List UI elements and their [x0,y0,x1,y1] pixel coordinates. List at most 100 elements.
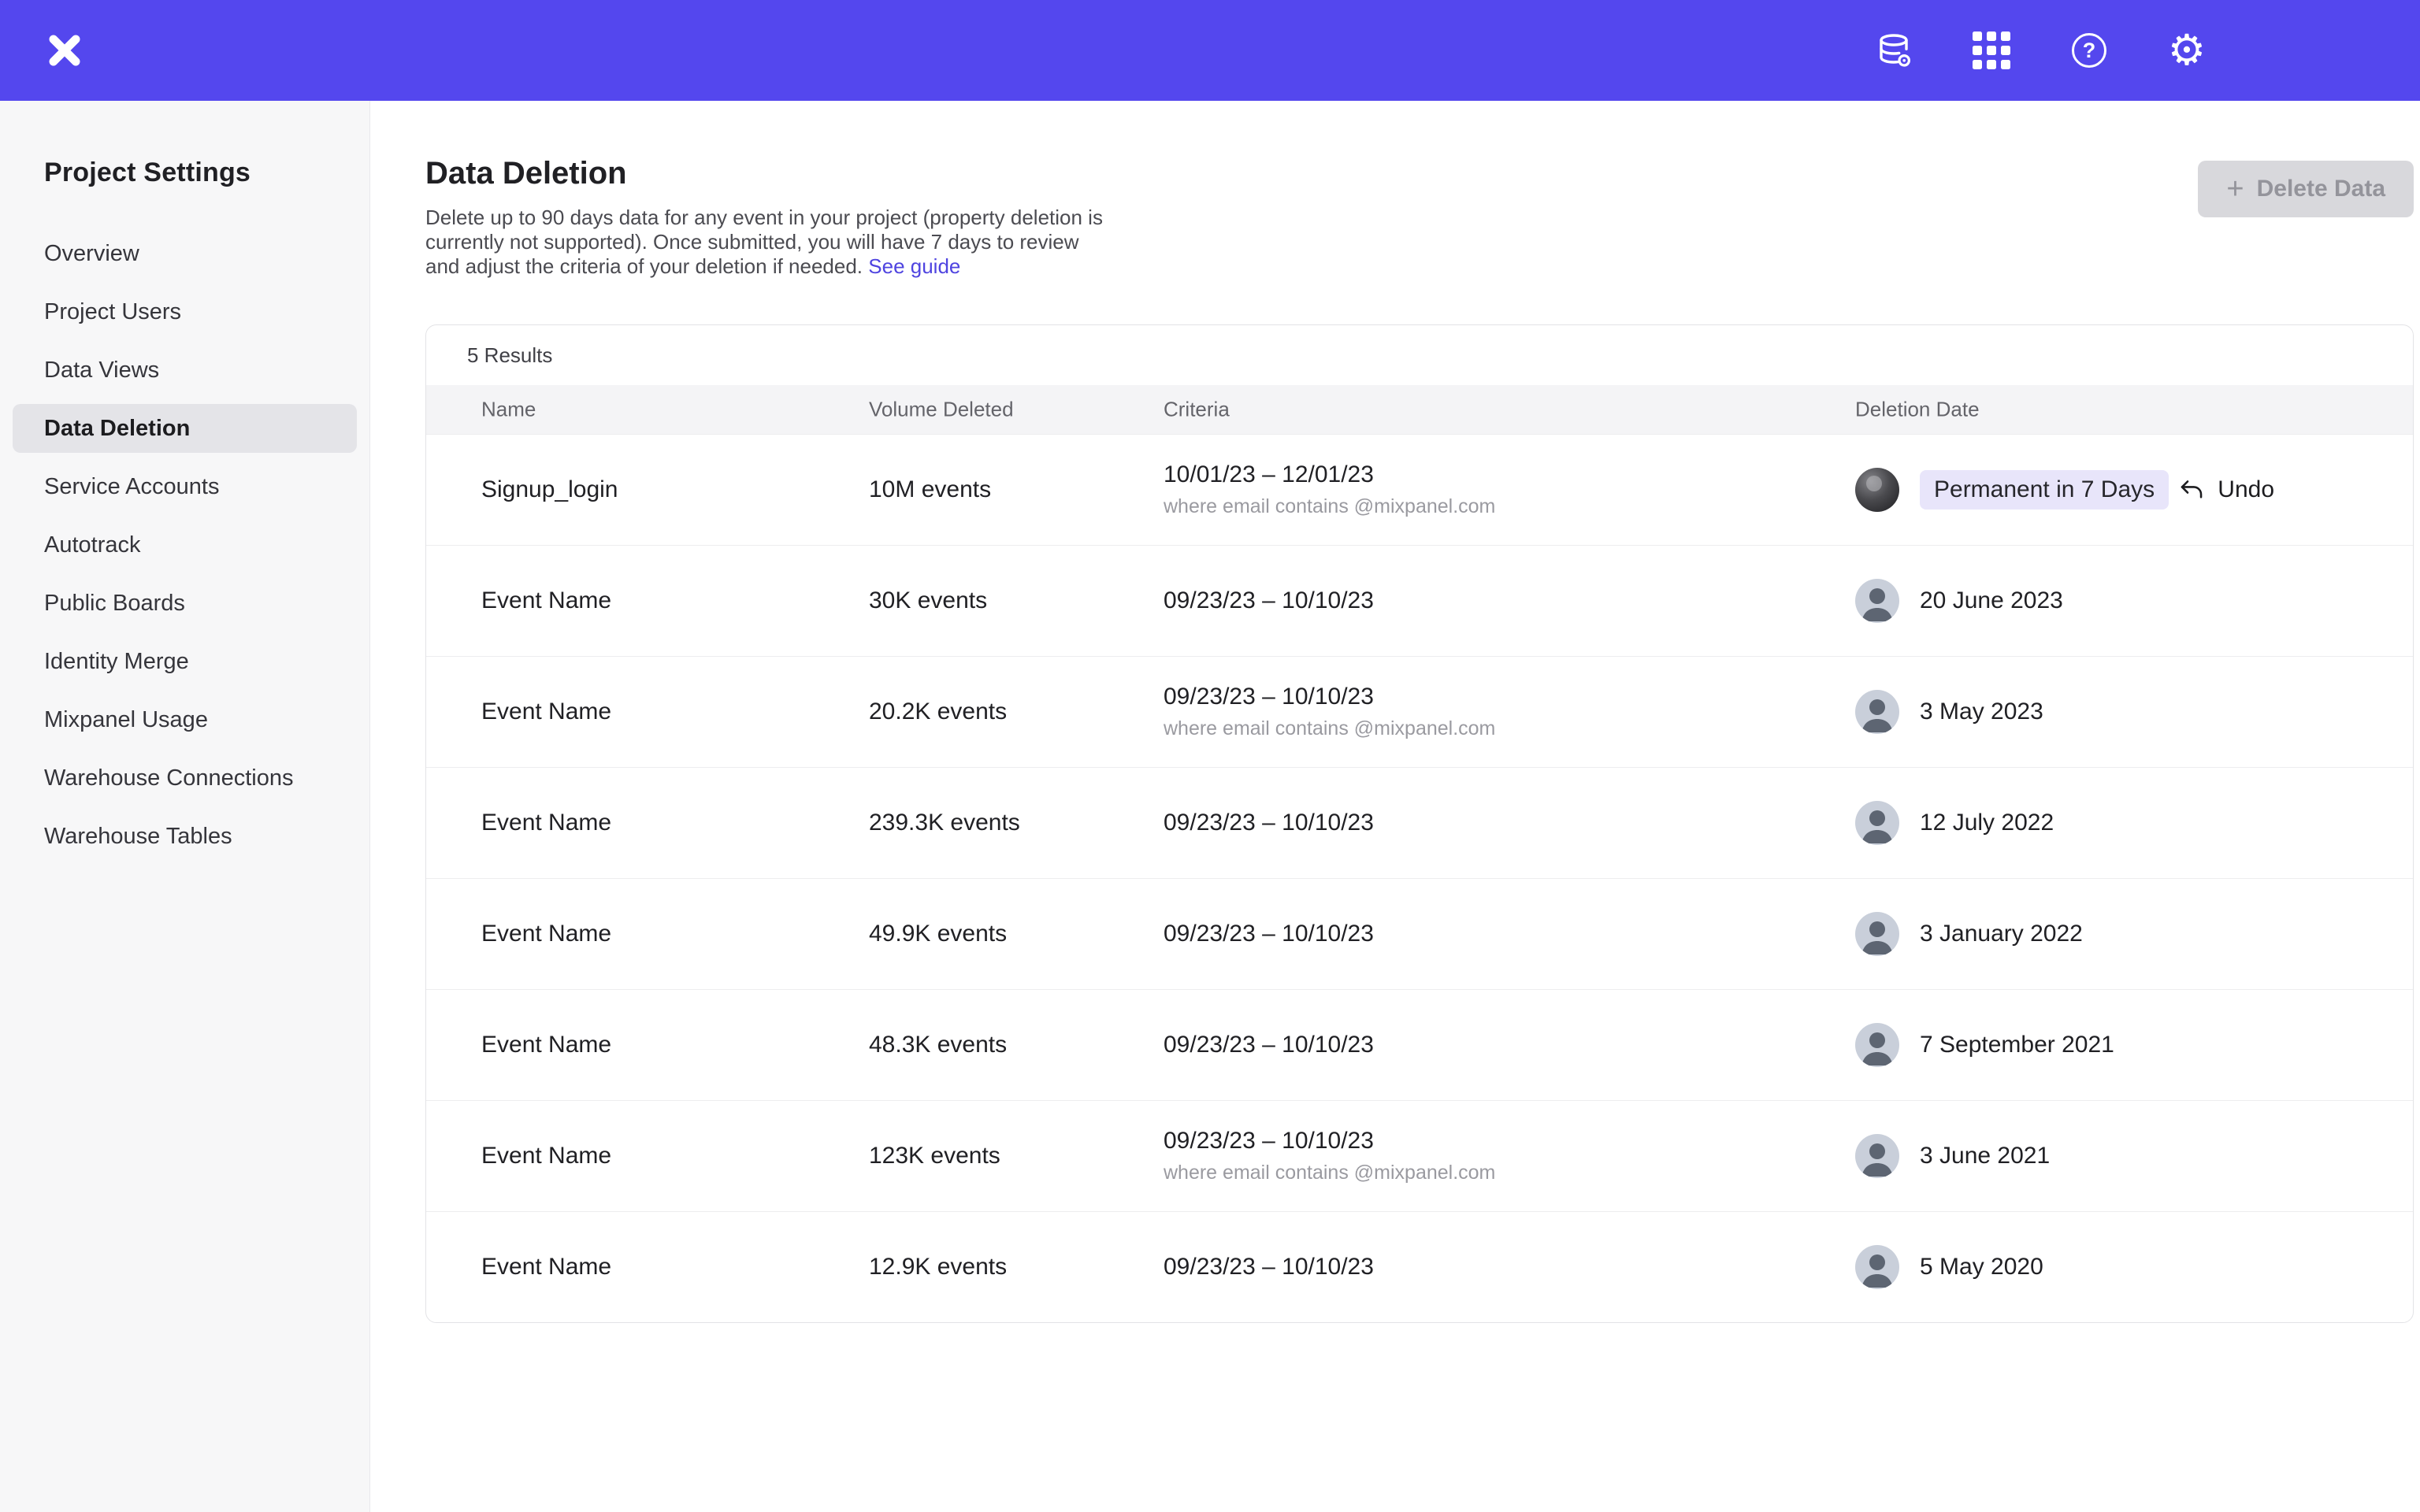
gear-glyph: ⚙ [2168,29,2206,72]
table-row: Event Name 123K events 09/23/23 – 10/10/… [426,1100,2413,1211]
avatar [1855,912,1899,956]
row-criteria: 09/23/23 – 10/10/23 where email contains… [1164,1128,1495,1184]
deletion-date-text: 3 January 2022 [1920,921,2083,947]
apps-grid-icon[interactable] [1971,30,2012,71]
table-row: Signup_login 10M events 10/01/23 – 12/01… [426,434,2413,545]
table-row: Event Name 20.2K events 09/23/23 – 10/10… [426,656,2413,767]
row-volume: 30K events [869,587,987,614]
table-row: Event Name 48.3K events 09/23/23 – 10/10… [426,989,2413,1100]
person-icon [1855,801,1899,845]
row-deletion-date: 12 July 2022 [1855,801,2054,845]
row-criteria: 09/23/23 – 10/10/23 [1164,1254,1374,1280]
sidebar-item-overview[interactable]: Overview [13,229,357,278]
row-name: Signup_login [481,476,618,503]
criteria-filter: where email contains @mixpanel.com [1164,717,1495,740]
results-count: 5 Results [426,325,2413,385]
deletion-date-text: 3 June 2021 [1920,1143,2050,1169]
topbar-icons: ? ⚙ [1873,30,2420,71]
help-icon[interactable]: ? [2069,30,2110,71]
table-row: Event Name 49.9K events 09/23/23 – 10/10… [426,878,2413,989]
sidebar-item-service-accounts[interactable]: Service Accounts [13,462,357,511]
row-deletion-date: 5 May 2020 [1855,1245,2043,1289]
sidebar-nav: Overview Project Users Data Views Data D… [0,229,369,861]
criteria-range: 09/23/23 – 10/10/23 [1164,1128,1495,1154]
avatar [1855,801,1899,845]
page-title: Data Deletion [425,156,2414,191]
row-deletion-date: Permanent in 7 Days [1855,468,2169,512]
criteria-range: 10/01/23 – 12/01/23 [1164,461,1495,488]
row-volume: 123K events [869,1143,1000,1169]
row-name: Event Name [481,1254,611,1280]
person-icon [1855,912,1899,956]
row-deletion-date: 3 June 2021 [1855,1134,2050,1178]
sidebar-item-warehouse-tables[interactable]: Warehouse Tables [13,812,357,861]
row-criteria: 09/23/23 – 10/10/23 where email contains… [1164,684,1495,740]
main-content: Data Deletion Delete up to 90 days data … [370,101,2420,1512]
column-header-name: Name [481,398,536,422]
undo-icon [2178,476,2205,503]
row-name: Event Name [481,921,611,947]
sidebar-item-data-deletion[interactable]: Data Deletion [13,404,357,453]
settings-icon[interactable]: ⚙ [2166,30,2207,71]
delete-data-button[interactable]: + Delete Data [2198,161,2414,217]
sidebar-item-project-users[interactable]: Project Users [13,287,357,336]
row-deletion-date: 3 May 2023 [1855,690,2043,734]
status-badge: Permanent in 7 Days [1920,470,2169,510]
undo-button[interactable]: Undo [2178,476,2274,503]
avatar [1855,468,1899,512]
help-glyph: ? [2072,33,2106,68]
column-header-criteria: Criteria [1164,398,1230,422]
deletion-date-text: 12 July 2022 [1920,810,2054,836]
row-criteria: 09/23/23 – 10/10/23 [1164,1032,1374,1058]
criteria-range: 09/23/23 – 10/10/23 [1164,684,1495,710]
deletion-date-text: 20 June 2023 [1920,587,2063,614]
deletion-date-text: 3 May 2023 [1920,699,2043,725]
sidebar-title: Project Settings [44,158,369,188]
row-volume: 20.2K events [869,699,1007,725]
row-criteria: 10/01/23 – 12/01/23 where email contains… [1164,461,1495,518]
row-criteria: 09/23/23 – 10/10/23 [1164,810,1374,836]
table-row: Event Name 239.3K events 09/23/23 – 10/1… [426,767,2413,878]
sidebar: Project Settings Overview Project Users … [0,101,370,1512]
avatar [1855,690,1899,734]
page-header: Data Deletion Delete up to 90 days data … [425,156,2414,279]
row-deletion-date: 7 September 2021 [1855,1023,2114,1067]
avatar [1855,579,1899,623]
row-name: Event Name [481,587,611,614]
row-volume: 12.9K events [869,1254,1007,1280]
mixpanel-logo[interactable] [44,30,85,71]
row-volume: 10M events [869,476,991,503]
page-description: Delete up to 90 days data for any event … [425,206,1119,279]
column-header-deletion-date: Deletion Date [1855,398,1980,422]
undo-label: Undo [2218,476,2274,503]
see-guide-link[interactable]: See guide [868,254,960,278]
row-volume: 48.3K events [869,1032,1007,1058]
sidebar-item-identity-merge[interactable]: Identity Merge [13,637,357,686]
deletion-date-text: 7 September 2021 [1920,1032,2114,1058]
table-row: Event Name 30K events 09/23/23 – 10/10/2… [426,545,2413,656]
sidebar-item-mixpanel-usage[interactable]: Mixpanel Usage [13,695,357,744]
row-volume: 49.9K events [869,921,1007,947]
row-name: Event Name [481,1143,611,1169]
deletion-table-card: 5 Results Name Volume Deleted Criteria D… [425,324,2414,1323]
sidebar-item-public-boards[interactable]: Public Boards [13,579,357,628]
person-icon [1855,1134,1899,1178]
sidebar-item-data-views[interactable]: Data Views [13,346,357,395]
sidebar-item-warehouse-connections[interactable]: Warehouse Connections [13,754,357,802]
row-name: Event Name [481,699,611,725]
plus-icon: + [2226,174,2244,204]
apps-grid-glyph [1973,32,2010,69]
sidebar-item-autotrack[interactable]: Autotrack [13,521,357,569]
mixpanel-logo-icon [44,30,85,71]
column-header-volume: Volume Deleted [869,398,1014,422]
person-icon [1855,1023,1899,1067]
person-icon [1855,1245,1899,1289]
data-management-icon[interactable] [1873,30,1914,71]
criteria-filter: where email contains @mixpanel.com [1164,1162,1495,1184]
row-volume: 239.3K events [869,810,1020,836]
topbar: ? ⚙ [0,0,2420,101]
row-deletion-date: 3 January 2022 [1855,912,2083,956]
table-row: Event Name 12.9K events 09/23/23 – 10/10… [426,1211,2413,1322]
deletion-date-text: 5 May 2020 [1920,1254,2043,1280]
page-description-text: Delete up to 90 days data for any event … [425,206,1103,278]
